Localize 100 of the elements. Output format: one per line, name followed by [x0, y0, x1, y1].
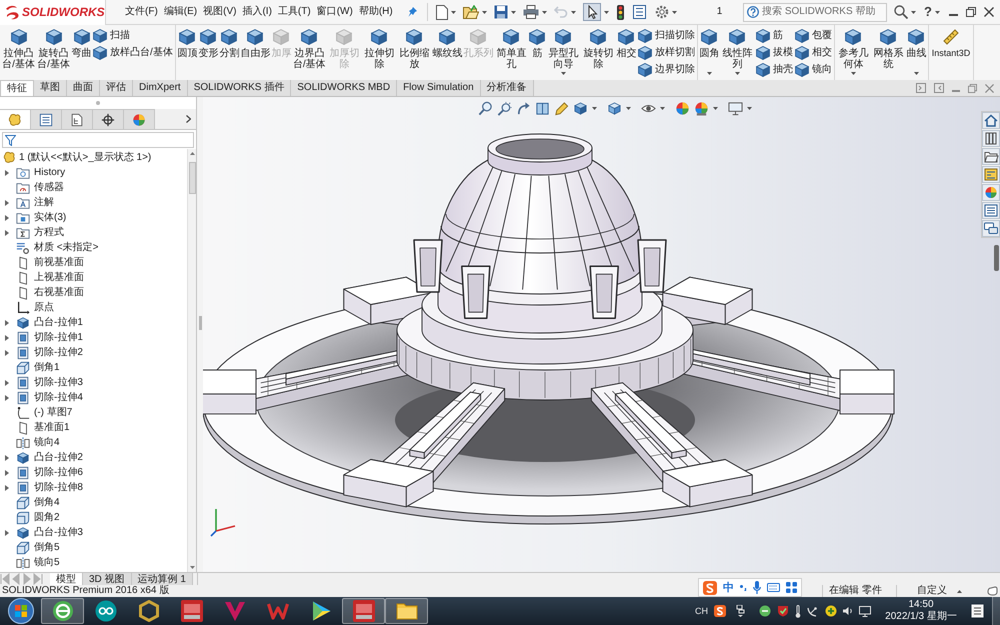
ime-logo-icon[interactable]	[714, 605, 726, 617]
tool-button[interactable]: 网格系统	[870, 27, 906, 78]
tool-button[interactable]: 螺纹线	[432, 27, 463, 78]
tool-button[interactable]: 圆角	[698, 27, 720, 78]
tool-button[interactable]: 抽壳	[756, 61, 793, 78]
book-stack-icon[interactable]	[982, 130, 1000, 147]
tree-item-label[interactable]: 倒角1	[34, 362, 60, 374]
tree-item-label[interactable]: 材质 <未指定>	[34, 242, 98, 254]
tree-item-label[interactable]: 切除-拉伸8	[34, 482, 83, 494]
tree-item-label[interactable]: 切除-拉伸1	[34, 332, 83, 344]
minus-circle-icon[interactable]	[759, 605, 771, 617]
panel-tab[interactable]	[93, 109, 124, 129]
ribbon-tab[interactable]: SOLIDWORKS MBD	[291, 80, 398, 96]
menu-item[interactable]: 文件(F)	[124, 6, 159, 18]
scroll-up-icon[interactable]	[190, 152, 194, 155]
caret-icon[interactable]	[672, 10, 677, 14]
tree-item-label[interactable]: 1 (默认<<默认>_显示状态 1>)	[19, 152, 152, 164]
satellite-dish-icon[interactable]	[807, 605, 819, 617]
caret-icon[interactable]	[482, 10, 487, 14]
expander-icon[interactable]	[5, 350, 9, 356]
network-icon[interactable]	[736, 605, 745, 617]
menu-item[interactable]: 编辑(E)	[162, 6, 198, 18]
expander-icon[interactable]	[5, 484, 9, 490]
grid-icon[interactable]	[786, 582, 797, 593]
caret-icon[interactable]	[542, 10, 547, 14]
caret-icon[interactable]	[734, 72, 740, 75]
caret-icon[interactable]	[510, 10, 516, 14]
tree-item-label[interactable]: 倒角4	[34, 496, 60, 508]
tree-item-label[interactable]: 右视基准面	[34, 286, 84, 298]
pencil-icon[interactable]	[554, 101, 569, 116]
help-button[interactable]: ?	[924, 5, 932, 19]
expander-icon[interactable]	[5, 200, 9, 206]
tool-button[interactable]: 旋转凸台/基体	[36, 27, 71, 78]
clock-date[interactable]: 2022/1/3 星期一	[885, 611, 957, 623]
panel-tab[interactable]	[31, 109, 62, 129]
caret-icon[interactable]	[914, 72, 919, 75]
home-icon[interactable]	[982, 112, 1000, 129]
panel-tab[interactable]	[62, 109, 93, 129]
taskbar-app-button[interactable]	[385, 598, 428, 624]
expander-icon[interactable]	[5, 320, 9, 326]
speaker-icon[interactable]	[843, 606, 853, 616]
caret-icon[interactable]	[560, 72, 566, 75]
tool-button[interactable]: 筋	[528, 27, 546, 78]
tree-item-label[interactable]: 切除-拉伸4	[34, 392, 83, 404]
scroll-down-icon[interactable]	[190, 566, 194, 569]
tool-button[interactable]: Instant3D	[930, 27, 972, 78]
tree-item-label[interactable]: 方程式	[34, 226, 64, 238]
magnifier-icon[interactable]	[497, 101, 512, 116]
tree-item-label[interactable]: 凸台-拉伸1	[34, 316, 83, 328]
search-icon[interactable]	[894, 5, 908, 19]
expander-icon[interactable]	[5, 170, 9, 176]
caret-icon[interactable]	[747, 107, 752, 110]
tree-item-label[interactable]: 原点	[34, 302, 54, 314]
tool-button[interactable]: 旋转切除	[580, 27, 616, 78]
tree-item-label[interactable]: 实体(3)	[34, 212, 66, 224]
tool-button[interactable]: 镜向	[794, 61, 832, 78]
tree-item-label[interactable]: 圆角2	[34, 512, 60, 524]
clock-time[interactable]: 14:50	[908, 599, 934, 611]
expander-icon[interactable]	[5, 530, 9, 536]
tool-button[interactable]: 扫描切除	[638, 27, 695, 44]
ime-mode[interactable]: 中	[723, 582, 734, 594]
tool-button[interactable]: 相交	[794, 44, 832, 61]
tool-button[interactable]: 变形	[198, 27, 219, 78]
tree-item-label[interactable]: History	[34, 166, 66, 178]
splitter-handle[interactable]	[198, 316, 202, 330]
caret-icon[interactable]	[570, 10, 576, 14]
tree-item-label[interactable]: 上视基准面	[34, 272, 84, 284]
tool-button[interactable]: 边界凸台/基体	[292, 27, 327, 78]
caret-icon[interactable]	[592, 107, 597, 110]
tool-button[interactable]: 线性阵列	[720, 27, 755, 78]
ribbon-tab[interactable]: 曲面	[67, 80, 100, 96]
tool-button[interactable]: 参考几何体	[836, 27, 871, 78]
filter-field[interactable]	[2, 132, 194, 148]
traffic-light-icon[interactable]	[616, 4, 624, 20]
boxed-chevron-right-icon[interactable]	[916, 83, 926, 93]
restore-icon[interactable]	[966, 7, 976, 17]
expander-icon[interactable]	[5, 334, 9, 340]
tool-button[interactable]: 自由形	[240, 27, 271, 78]
tool-button[interactable]: 扫描	[93, 27, 173, 44]
tool-button[interactable]: 分割	[218, 27, 240, 78]
plus-circle-icon[interactable]	[825, 605, 837, 617]
tree-item-label[interactable]: (-) 草图7	[34, 406, 72, 418]
blob-icon[interactable]	[987, 586, 998, 596]
pointer-icon[interactable]	[582, 3, 601, 21]
color-ball-icon[interactable]	[694, 101, 709, 116]
menu-item[interactable]: 插入(I)	[241, 6, 273, 18]
tool-button[interactable]: 简单直孔	[494, 27, 529, 78]
expander-icon[interactable]	[5, 214, 9, 220]
caret-icon[interactable]	[850, 72, 856, 75]
scrollbar-thumb[interactable]	[188, 162, 196, 194]
start-orb-icon[interactable]	[8, 598, 34, 624]
boxed-chevron-left-icon[interactable]	[934, 83, 944, 93]
magnifier-icon[interactable]	[478, 101, 493, 116]
ribbon-tab[interactable]: DimXpert	[133, 80, 188, 96]
caret-up-icon[interactable]	[957, 590, 962, 592]
menu-item[interactable]: 帮助(H)	[358, 6, 394, 18]
expander-icon[interactable]	[5, 394, 9, 400]
list-icon[interactable]	[632, 5, 646, 19]
search-field[interactable]: 搜索 SOLIDWORKS 帮助	[743, 2, 888, 22]
tree-item-label[interactable]: 凸台-拉伸3	[34, 526, 83, 538]
